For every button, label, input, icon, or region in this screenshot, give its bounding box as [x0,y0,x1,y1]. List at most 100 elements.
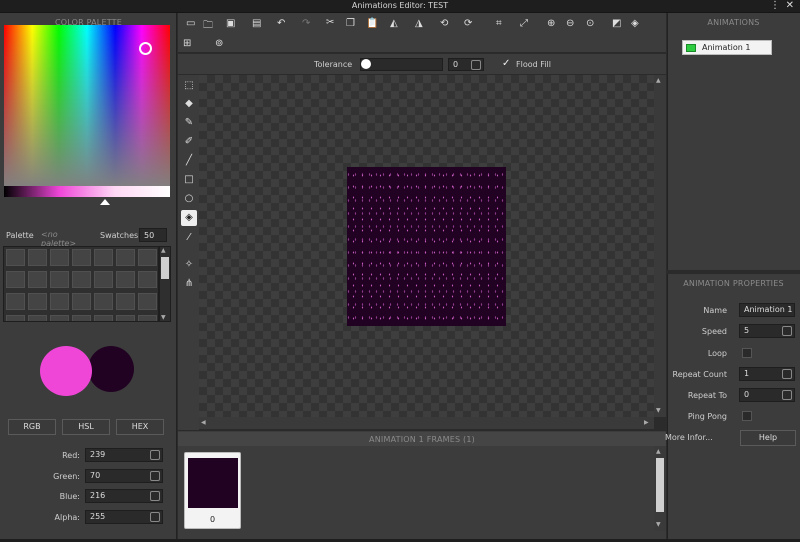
hsl-mode-button[interactable]: HSL [62,419,110,435]
primary-color-swatch[interactable] [40,346,92,396]
new-icon[interactable]: ▭ [186,18,195,29]
swatch-cell[interactable] [28,315,47,321]
swatch-cell[interactable] [138,249,157,266]
play-icon[interactable]: ⊚ [215,38,223,49]
scroll-down-icon[interactable]: ▼ [656,521,661,528]
swatch-cell[interactable] [6,271,25,288]
sprite-image[interactable] [347,167,506,326]
speed-input[interactable]: 5 [739,324,795,338]
swatch-cell[interactable] [6,315,25,321]
help-button[interactable]: Help [740,430,796,446]
ellipse-tool-icon[interactable]: ○ [181,191,197,207]
swatch-cell[interactable] [116,315,135,321]
scroll-right-icon[interactable]: ▶ [644,419,649,426]
scroll-up-icon[interactable]: ▲ [656,448,661,455]
swatch-cell[interactable] [28,271,47,288]
brightness-handle-icon[interactable] [100,199,110,205]
magic-wand-tool-icon[interactable]: ✧ [181,257,197,273]
paste-icon[interactable]: 📋 [366,18,378,29]
swatch-cell[interactable] [72,293,91,310]
resize-icon[interactable]: ⤢ [520,18,528,29]
swatch-cell[interactable] [50,293,69,310]
swatch-cell[interactable] [28,293,47,310]
line-tool-icon[interactable]: ╱ [181,153,197,169]
swatch-cell[interactable] [50,271,69,288]
swatches-scroll-thumb[interactable] [161,257,169,279]
red-spinner-icon[interactable] [150,450,160,460]
repeat-count-input[interactable]: 1 [739,367,795,381]
brush-tool-icon[interactable]: ✐ [181,134,197,150]
blue-input[interactable]: 216 [85,489,163,503]
tolerance-slider[interactable] [360,58,443,71]
pencil-tool-icon[interactable]: ✎ [181,115,197,131]
scroll-down-icon[interactable]: ▼ [656,407,661,414]
background-icon[interactable]: ◩ [612,18,621,29]
swatch-cell[interactable] [138,293,157,310]
swatch-cell[interactable] [116,271,135,288]
repeat-to-spinner-icon[interactable] [782,390,792,400]
grid-icon[interactable]: ⊞ [183,38,191,49]
tolerance-slider-knob[interactable] [361,59,371,69]
loop-checkbox[interactable] [742,348,752,358]
zoom-out-icon[interactable]: ⊖ [566,18,574,29]
nodes-tool-icon[interactable]: ⋔ [181,276,197,292]
swatch-cell[interactable] [6,249,25,266]
crop-icon[interactable]: ⌗ [496,18,502,29]
eyedropper-tool-icon[interactable]: ⁄ [181,230,197,246]
green-spinner-icon[interactable] [150,471,160,481]
swatch-cell[interactable] [28,249,47,266]
save-icon[interactable]: ▣ [226,18,235,29]
flip-vertical-icon[interactable]: ◮ [415,18,423,29]
kebab-menu-icon[interactable]: ⋮ [770,0,780,11]
cut-icon[interactable]: ✂ [326,17,334,28]
swatch-cell[interactable] [138,315,157,321]
zoom-reset-icon[interactable]: ⊙ [586,18,594,29]
copy-icon[interactable]: ❐ [346,18,355,29]
rgb-mode-button[interactable]: RGB [8,419,56,435]
close-icon[interactable]: ✕ [786,0,794,11]
swatch-cell[interactable] [94,293,113,310]
save-as-icon[interactable]: ▤ [252,18,261,29]
swatch-cell[interactable] [72,315,91,321]
swatches-count-input[interactable]: 50 [139,228,167,242]
swatch-cell[interactable] [6,293,25,310]
swatch-cell[interactable] [72,249,91,266]
canvas-vertical-scrollbar[interactable] [654,75,666,417]
eraser-tool-icon[interactable]: ◆ [181,96,197,112]
tolerance-input[interactable]: 0 [448,58,484,71]
rectangle-tool-icon[interactable]: □ [181,172,197,188]
secondary-color-swatch[interactable] [88,346,134,392]
swatch-cell[interactable] [94,315,113,321]
open-folder-icon[interactable]: 🗀 [203,18,213,35]
swatch-cell[interactable] [50,315,69,321]
palette-select[interactable]: <no palette> [37,228,93,248]
swatch-cell[interactable] [72,271,91,288]
green-input[interactable]: 70 [85,469,163,483]
scroll-left-icon[interactable]: ◀ [201,419,206,426]
alpha-spinner-icon[interactable] [150,512,160,522]
rotate-left-icon[interactable]: ⟲ [440,18,448,29]
repeat-count-spinner-icon[interactable] [782,369,792,379]
scroll-up-icon[interactable]: ▲ [161,247,166,254]
canvas-horizontal-scrollbar[interactable] [199,417,654,429]
redo-icon[interactable]: ↷ [302,18,310,29]
flood-fill-checkbox[interactable]: ✓ [502,58,510,69]
swatch-cell[interactable] [94,249,113,266]
name-input[interactable]: Animation 1 [739,303,795,317]
swatch-cell[interactable] [94,271,113,288]
rotate-right-icon[interactable]: ⟳ [464,18,472,29]
repeat-to-input[interactable]: 0 [739,388,795,402]
hex-mode-button[interactable]: HEX [116,419,164,435]
swatch-cell[interactable] [50,249,69,266]
zoom-in-icon[interactable]: ⊕ [547,18,555,29]
select-tool-icon[interactable]: ⬚ [181,78,197,94]
scroll-down-icon[interactable]: ▼ [161,314,166,321]
brightness-slider[interactable] [4,186,170,197]
swatch-cell[interactable] [116,293,135,310]
color-picker-handle[interactable] [139,42,152,55]
swatch-cell[interactable] [138,271,157,288]
scroll-up-icon[interactable]: ▲ [656,77,661,84]
speed-spinner-icon[interactable] [782,326,792,336]
blue-spinner-icon[interactable] [150,491,160,501]
flip-horizontal-icon[interactable]: ◭ [390,18,398,29]
